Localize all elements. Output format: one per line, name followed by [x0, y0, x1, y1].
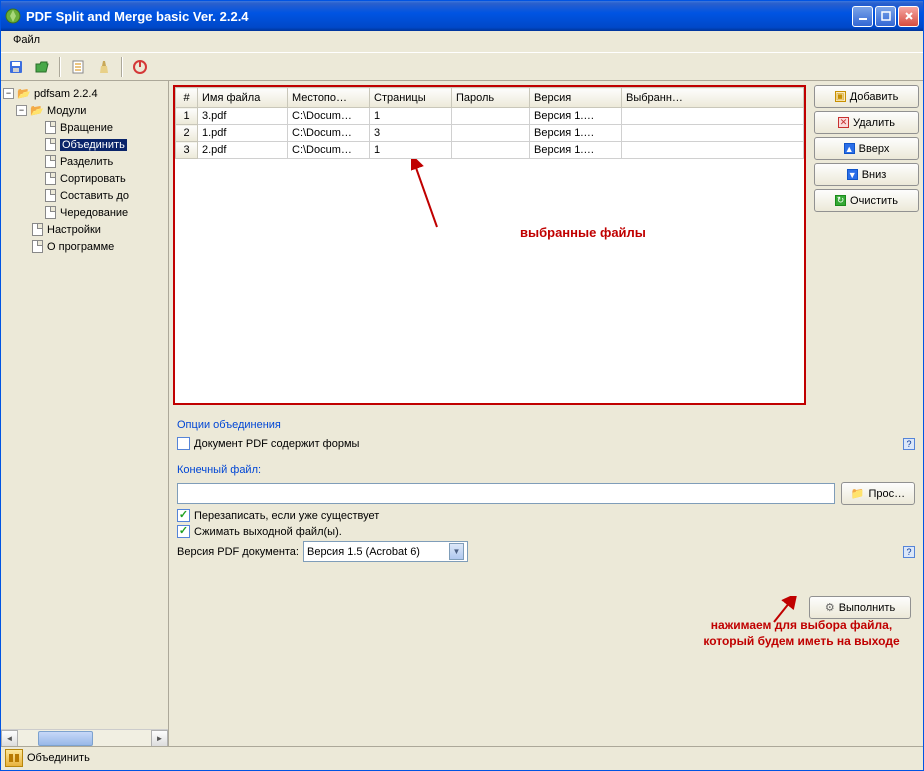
open-icon[interactable] [31, 56, 53, 78]
tree-settings[interactable]: Настройки [3, 221, 166, 238]
window-title: PDF Split and Merge basic Ver. 2.2.4 [26, 9, 852, 24]
sidebar: −📂pdfsam 2.2.4 −📂Модули Вращение Объедин… [1, 81, 169, 746]
menu-file[interactable]: Файл [7, 32, 46, 48]
statusbar: Объединить [1, 746, 923, 769]
scroll-left-icon[interactable]: ◄ [1, 730, 18, 746]
tree-about[interactable]: О программе [3, 238, 166, 255]
folder-icon: 📂 [29, 104, 45, 118]
file-icon [42, 138, 58, 152]
col-path[interactable]: Местопо… [288, 88, 370, 108]
toolbar [1, 53, 923, 81]
delete-button[interactable]: ✕Удалить [814, 111, 919, 134]
tree-item-split[interactable]: Разделить [3, 153, 166, 170]
add-button[interactable]: ▣Добавить [814, 85, 919, 108]
tree-root[interactable]: −📂pdfsam 2.2.4 [3, 85, 166, 102]
file-table: # Имя файла Местопо… Страницы Пароль Вер… [173, 85, 806, 405]
minimize-button[interactable] [852, 6, 873, 27]
col-version[interactable]: Версия [530, 88, 622, 108]
file-icon [42, 121, 58, 135]
annotation-arrow-icon [411, 159, 443, 231]
scroll-thumb[interactable] [38, 731, 93, 746]
tree-item-sort[interactable]: Сортировать [3, 170, 166, 187]
table-row[interactable]: 13.pdfC:\Docum…1Версия 1.… [176, 108, 804, 125]
tree: −📂pdfsam 2.2.4 −📂Модули Вращение Объедин… [1, 81, 168, 259]
col-filename[interactable]: Имя файла [198, 88, 288, 108]
clear-button[interactable]: ↻Очистить [814, 189, 919, 212]
output-file-title: Конечный файл: [177, 464, 915, 476]
compress-label: Сжимать выходной файл(ы). [194, 526, 342, 538]
up-button[interactable]: ▲Вверх [814, 137, 919, 160]
tree-item-compose[interactable]: Составить до [3, 187, 166, 204]
col-password[interactable]: Пароль [452, 88, 530, 108]
annotation-selected-files: выбранные файлы [520, 225, 646, 240]
col-num[interactable]: # [176, 88, 198, 108]
pdf-version-label: Версия PDF документа: [177, 546, 299, 558]
status-icon [5, 749, 23, 767]
collapse-icon[interactable]: − [3, 88, 14, 99]
app-icon [5, 8, 21, 24]
table-row[interactable]: 32.pdfC:\Docum…1Версия 1.… [176, 142, 804, 159]
tree-item-merge[interactable]: Объединить [3, 136, 166, 153]
status-text: Объединить [27, 752, 90, 764]
file-icon [29, 223, 45, 237]
save-icon[interactable] [5, 56, 27, 78]
scroll-right-icon[interactable]: ► [151, 730, 168, 746]
sidebar-scrollbar[interactable]: ◄ ► [1, 729, 168, 746]
help-icon[interactable]: ? [903, 438, 915, 450]
down-button[interactable]: ▼Вниз [814, 163, 919, 186]
compress-checkbox[interactable] [177, 525, 190, 538]
exit-icon[interactable] [129, 56, 151, 78]
folder-icon: 📂 [16, 87, 32, 101]
tree-modules[interactable]: −📂Модули [3, 102, 166, 119]
chevron-down-icon: ▼ [449, 543, 464, 560]
file-icon [42, 206, 58, 220]
tree-item-alternate[interactable]: Чередование [3, 204, 166, 221]
file-icon [29, 240, 45, 254]
col-pages[interactable]: Страницы [370, 88, 452, 108]
clean-icon[interactable] [93, 56, 115, 78]
tree-item-rotate[interactable]: Вращение [3, 119, 166, 136]
pdf-version-select[interactable]: Версия 1.5 (Acrobat 6) ▼ [303, 541, 468, 562]
maximize-button[interactable] [875, 6, 896, 27]
titlebar: PDF Split and Merge basic Ver. 2.2.4 [1, 1, 923, 31]
file-icon [42, 189, 58, 203]
menubar: Файл [1, 31, 923, 53]
annotation-browse-hint: нажимаем для выбора файла, который будем… [694, 618, 909, 649]
overwrite-label: Перезаписать, если уже существует [194, 510, 379, 522]
log-icon[interactable] [67, 56, 89, 78]
browse-button[interactable]: 📁Прос… [841, 482, 915, 505]
forms-label: Документ PDF содержит формы [194, 438, 359, 450]
table-row[interactable]: 21.pdfC:\Docum…3Версия 1.… [176, 125, 804, 142]
run-button[interactable]: ⚙Выполнить [809, 596, 911, 619]
help-icon[interactable]: ? [903, 546, 915, 558]
merge-options-title: Опции объединения [177, 419, 915, 431]
file-icon [42, 172, 58, 186]
overwrite-checkbox[interactable] [177, 509, 190, 522]
col-selected[interactable]: Выбранн… [622, 88, 804, 108]
output-path-input[interactable] [177, 483, 835, 504]
forms-checkbox[interactable] [177, 437, 190, 450]
file-icon [42, 155, 58, 169]
collapse-icon[interactable]: − [16, 105, 27, 116]
close-button[interactable] [898, 6, 919, 27]
